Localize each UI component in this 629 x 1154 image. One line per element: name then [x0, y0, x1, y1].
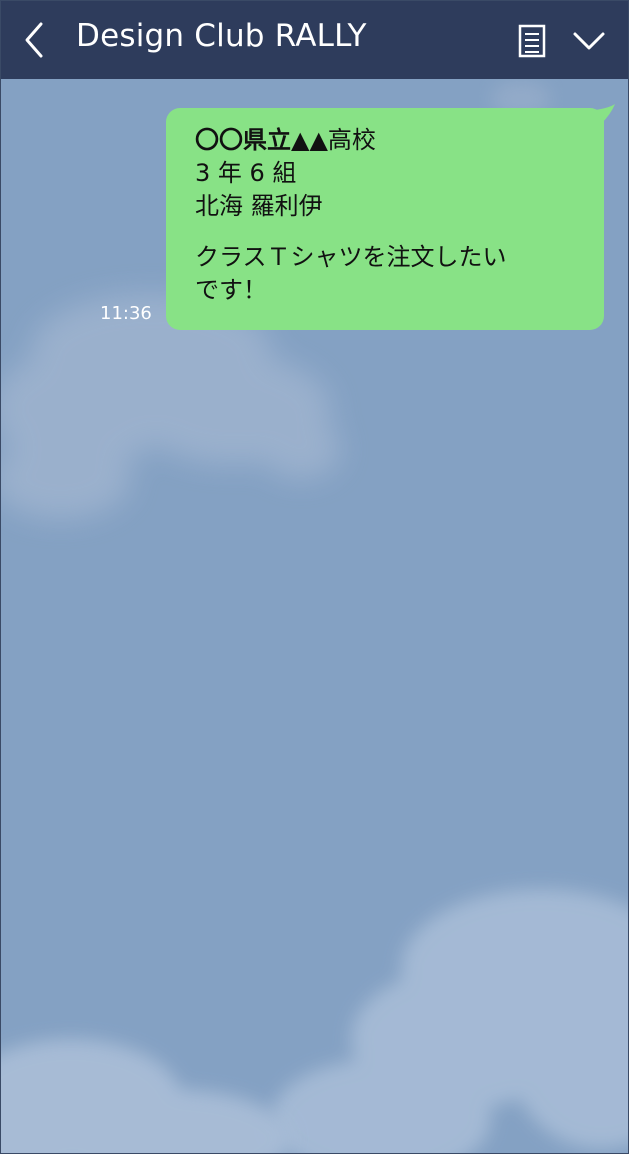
menu-dropdown-button[interactable]	[569, 27, 609, 55]
message-school-prefix: 〇〇県立▲▲	[195, 126, 328, 154]
message-body-line-2: です！	[195, 276, 267, 304]
notes-icon	[518, 24, 546, 58]
header-bar: Design Club RALLY	[1, 1, 628, 79]
message-school-line: 〇〇県立▲▲高校	[195, 124, 584, 157]
message-body-line-1: クラスＴシャツを注文したい	[195, 243, 507, 271]
message-school-suffix: 高校	[327, 126, 376, 154]
back-button[interactable]	[19, 21, 53, 59]
message-class-line: 3 年 6 組	[195, 159, 297, 187]
chevron-left-icon	[25, 22, 43, 58]
chat-area[interactable]: 11:36 〇〇県立▲▲高校 3 年 6 組 北海 羅利伊 クラスＴシャツを注文…	[1, 79, 628, 1153]
message-name-line: 北海 羅利伊	[195, 192, 323, 220]
chevron-down-icon	[573, 32, 605, 50]
chat-title: Design Club RALLY	[76, 18, 367, 54]
message-timestamp: 11:36	[100, 303, 152, 324]
notes-button[interactable]	[515, 23, 549, 59]
chat-screen: Design Club RALLY 11:36 〇〇県立▲▲高校 3 年 6 組…	[0, 0, 629, 1154]
message-bubble[interactable]: 〇〇県立▲▲高校 3 年 6 組 北海 羅利伊 クラスＴシャツを注文したい です…	[166, 108, 604, 330]
